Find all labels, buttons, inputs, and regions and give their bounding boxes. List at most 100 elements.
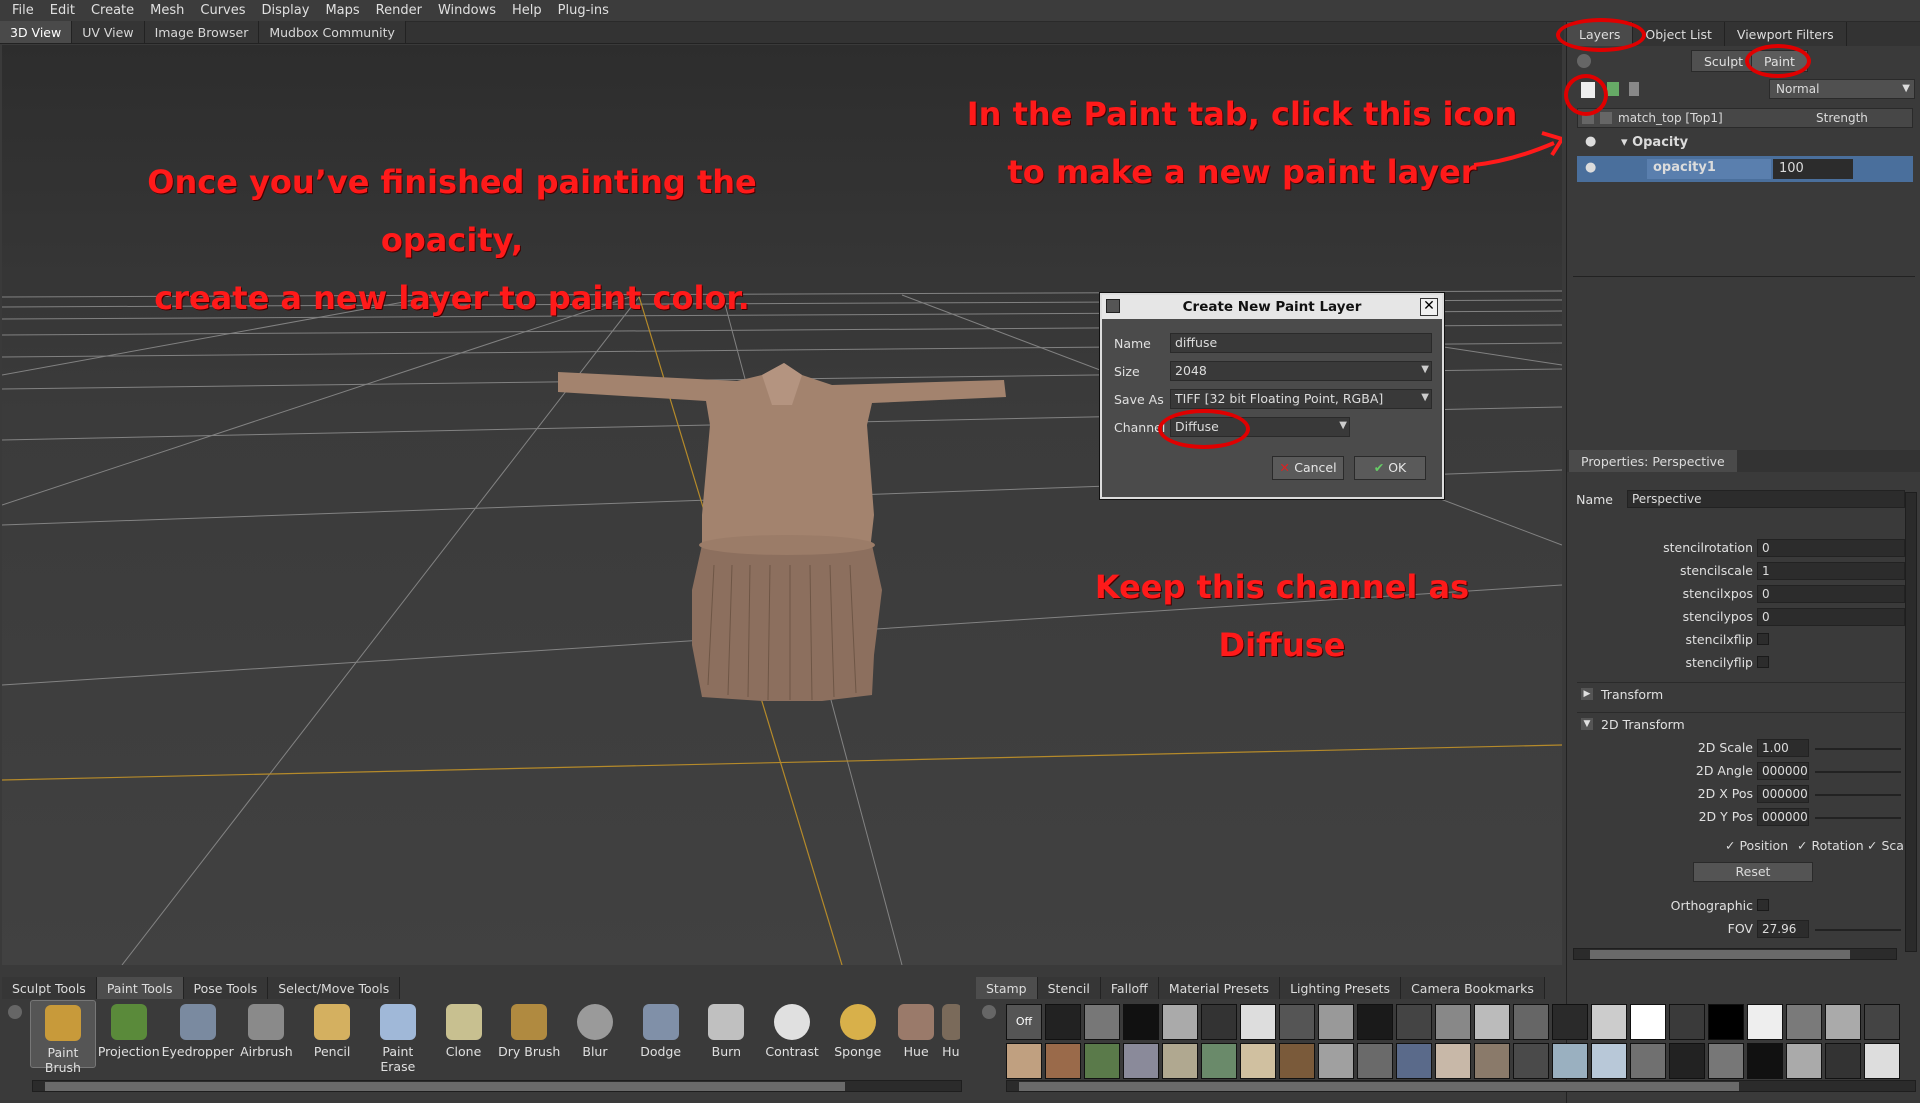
tool-airbrush[interactable]: Airbrush (234, 1000, 300, 1068)
stamp-thumbnail[interactable] (1357, 1043, 1393, 1079)
angle2d-slider[interactable] (1815, 771, 1901, 773)
stamp-thumbnail[interactable] (1006, 1043, 1042, 1079)
stamp-thumbnail[interactable] (1318, 1004, 1354, 1040)
stamp-thumbnail[interactable] (1240, 1043, 1276, 1079)
stamp-thumbnail[interactable] (1435, 1004, 1471, 1040)
stamp-thumbnail[interactable] (1123, 1043, 1159, 1079)
tab-image-browser[interactable]: Image Browser (144, 21, 260, 43)
stamp-scrollbar[interactable] (1006, 1080, 1916, 1092)
stencilxflip-checkbox[interactable] (1757, 633, 1769, 645)
stamp-thumbnail[interactable] (1396, 1004, 1432, 1040)
stencilypos-field[interactable]: 0 (1757, 608, 1905, 626)
menu-curves[interactable]: Curves (192, 3, 253, 18)
stamp-off[interactable]: Off (1006, 1004, 1042, 1040)
tab-stencil[interactable]: Stencil (1037, 977, 1101, 999)
menu-render[interactable]: Render (368, 3, 430, 18)
transform-section[interactable]: ▶ Transform (1577, 682, 1913, 704)
reset-button[interactable]: Reset (1693, 862, 1813, 882)
transform2d-section[interactable]: ▼ 2D Transform (1577, 712, 1913, 734)
stamp-thumbnail[interactable] (1123, 1004, 1159, 1040)
stamp-thumbnail[interactable] (1435, 1043, 1471, 1079)
visibility-dot-icon[interactable]: ● (1585, 160, 1596, 175)
stamp-thumbnail[interactable] (1552, 1043, 1588, 1079)
trash-icon[interactable] (1629, 82, 1639, 96)
stamp-thumbnail[interactable] (1669, 1043, 1705, 1079)
stamp-thumbnail[interactable] (1474, 1004, 1510, 1040)
menu-maps[interactable]: Maps (317, 3, 367, 18)
tool-sponge[interactable]: Sponge (825, 1000, 891, 1068)
xpos2d-field[interactable]: 000000 (1757, 785, 1809, 803)
tools-scrollbar[interactable] (32, 1080, 962, 1092)
cancel-button[interactable]: ✕ Cancel (1272, 456, 1344, 480)
tool-burn[interactable]: Burn (694, 1000, 760, 1068)
tool-hue-2[interactable]: Hu (941, 1000, 960, 1068)
stamp-thumbnail[interactable] (1786, 1043, 1822, 1079)
tab-stamp[interactable]: Stamp (976, 977, 1038, 999)
stamp-thumbnail[interactable] (1825, 1043, 1861, 1079)
tool-projection[interactable]: Projection (96, 1000, 162, 1068)
tab-pose-tools[interactable]: Pose Tools (183, 977, 269, 999)
stamp-thumbnail[interactable] (1279, 1004, 1315, 1040)
tool-clone[interactable]: Clone (431, 1000, 497, 1068)
import-layer-icon[interactable] (1607, 82, 1619, 96)
properties-vscrollbar[interactable] (1905, 492, 1917, 952)
collapse-icon[interactable] (1577, 54, 1591, 68)
prop-name-field[interactable]: Perspective (1627, 490, 1905, 508)
fov-field[interactable]: 27.96 (1757, 920, 1809, 938)
rotation-checkbox[interactable]: ✓ Rotation (1797, 838, 1864, 853)
stamp-thumbnail[interactable] (1825, 1004, 1861, 1040)
menu-mesh[interactable]: Mesh (142, 3, 192, 18)
tab-uv-view[interactable]: UV View (72, 21, 145, 43)
collapse-icon[interactable] (982, 1005, 996, 1019)
tool-eyedropper[interactable]: Eyedropper (162, 1000, 234, 1068)
stamp-thumbnail[interactable] (1201, 1004, 1237, 1040)
stencilscale-field[interactable]: 1 (1757, 562, 1905, 580)
visibility-dot-icon[interactable]: ● (1585, 134, 1596, 149)
tool-dry-brush[interactable]: Dry Brush (496, 1000, 562, 1068)
tool-dodge[interactable]: Dodge (628, 1000, 694, 1068)
collapse-icon[interactable] (8, 1005, 22, 1019)
menu-plugins[interactable]: Plug-ins (550, 3, 617, 18)
stamp-thumbnail[interactable] (1864, 1043, 1900, 1079)
angle2d-field[interactable]: 000000 (1757, 762, 1809, 780)
stamp-thumbnail[interactable] (1162, 1043, 1198, 1079)
scale-checkbox[interactable]: ✓ Sca (1867, 838, 1904, 853)
tab-select-move-tools[interactable]: Select/Move Tools (268, 977, 401, 999)
scale2d-slider[interactable] (1815, 748, 1901, 750)
stamp-thumbnail[interactable] (1084, 1043, 1120, 1079)
fov-slider[interactable] (1815, 929, 1901, 931)
tab-viewport-filters[interactable]: Viewport Filters (1725, 22, 1847, 46)
tab-3d-view[interactable]: 3D View (0, 21, 73, 43)
position-checkbox[interactable]: ✓ Position (1725, 838, 1788, 853)
stamp-thumbnail[interactable] (1201, 1043, 1237, 1079)
tool-contrast[interactable]: Contrast (759, 1000, 825, 1068)
stamp-thumbnail[interactable] (1747, 1004, 1783, 1040)
tool-paint-brush[interactable]: Paint Brush (30, 1000, 96, 1075)
tool-pencil[interactable]: Pencil (299, 1000, 365, 1068)
close-icon[interactable]: ✕ (1420, 298, 1438, 316)
properties-hscrollbar[interactable] (1573, 948, 1897, 960)
stamp-thumbnail[interactable] (1591, 1004, 1627, 1040)
tab-falloff[interactable]: Falloff (1100, 977, 1159, 999)
stamp-thumbnail[interactable] (1396, 1043, 1432, 1079)
menu-edit[interactable]: Edit (42, 3, 83, 18)
tab-paint-tools[interactable]: Paint Tools (96, 977, 184, 999)
xpos2d-slider[interactable] (1815, 794, 1901, 796)
scroll-thumb[interactable] (1590, 950, 1850, 959)
properties-title[interactable]: Properties: Perspective (1569, 450, 1737, 472)
tab-mudbox-community[interactable]: Mudbox Community (259, 21, 406, 43)
stamp-thumbnail[interactable] (1279, 1043, 1315, 1079)
stamp-thumbnail[interactable] (1630, 1043, 1666, 1079)
tool-hue[interactable]: Hue (891, 1000, 942, 1068)
menu-display[interactable]: Display (254, 3, 318, 18)
stamp-thumbnail[interactable] (1318, 1043, 1354, 1079)
lock-icon[interactable] (1600, 112, 1612, 124)
tab-material-presets[interactable]: Material Presets (1158, 977, 1281, 999)
stamp-thumbnail[interactable] (1669, 1004, 1705, 1040)
stamp-thumbnail[interactable] (1630, 1004, 1666, 1040)
ok-button[interactable]: ✔ OK (1354, 456, 1426, 480)
orthographic-checkbox[interactable] (1757, 899, 1769, 911)
name-field[interactable]: diffuse (1170, 333, 1432, 353)
stamp-thumbnail[interactable] (1786, 1004, 1822, 1040)
stencilyflip-checkbox[interactable] (1757, 656, 1769, 668)
